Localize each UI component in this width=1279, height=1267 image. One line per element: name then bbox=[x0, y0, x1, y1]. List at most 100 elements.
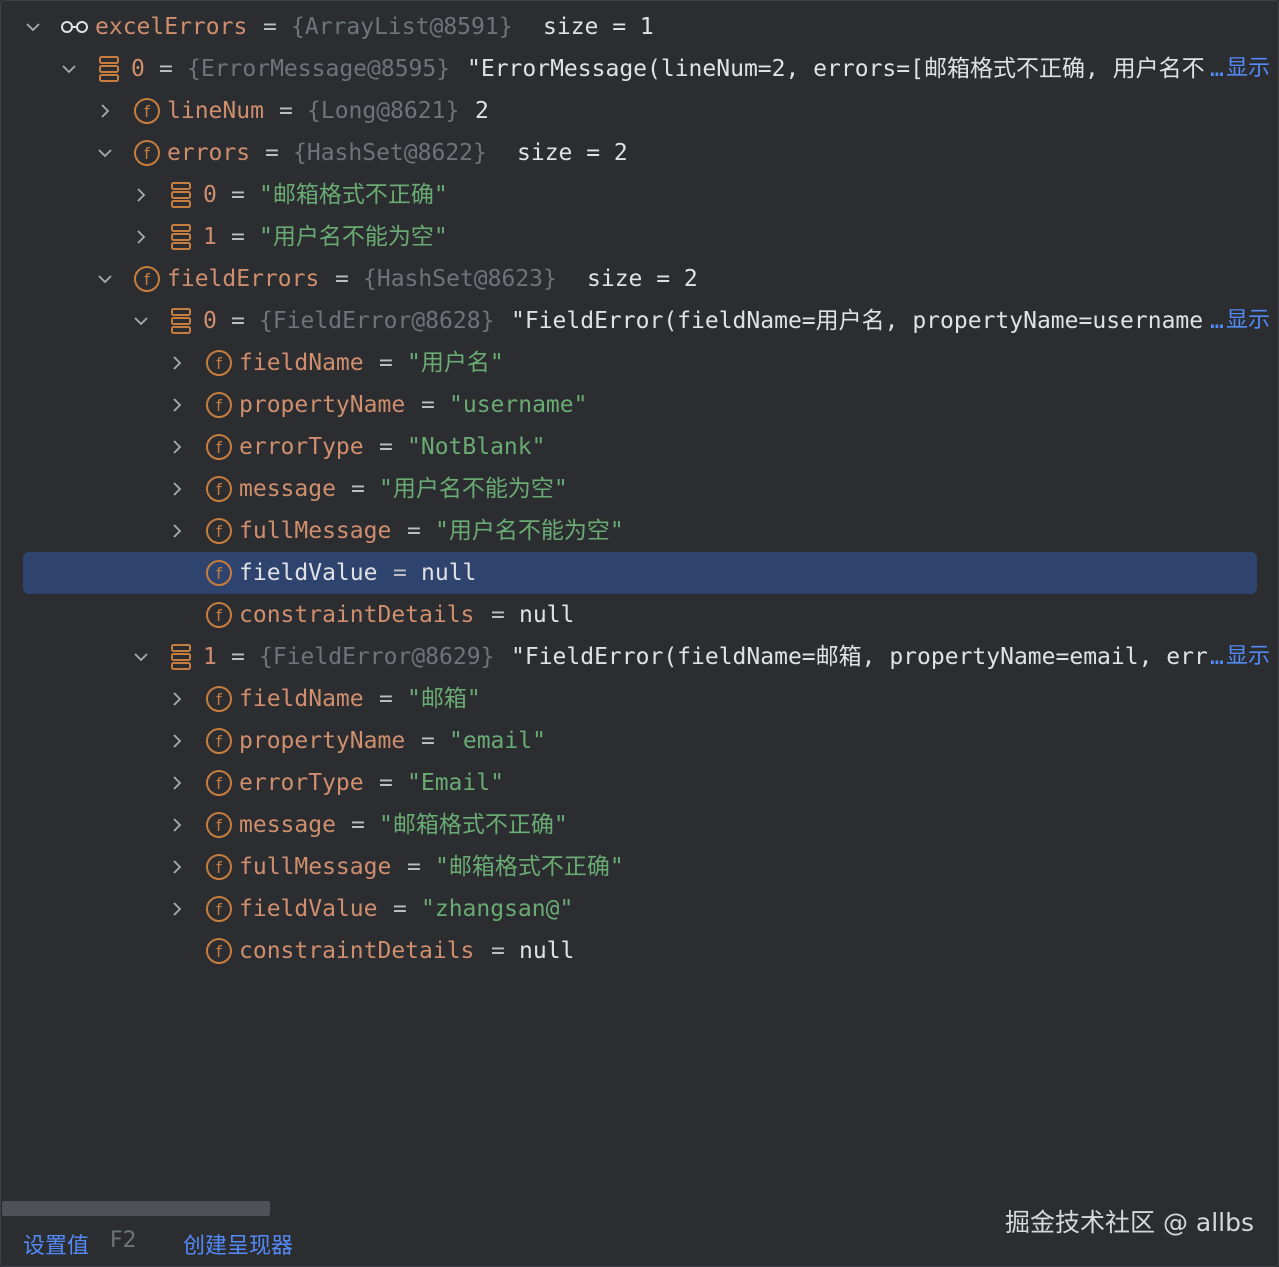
tree-row[interactable]: excelErrors = {ArrayList@8591} size = 1 bbox=[0, 6, 1279, 48]
create-renderer-link[interactable]: 创建呈现器 bbox=[183, 1228, 293, 1260]
tree-row[interactable]: f errorType = "NotBlank" bbox=[0, 426, 1279, 468]
field-icon: f bbox=[205, 475, 233, 503]
object-ref: {FieldError@8629} bbox=[259, 644, 495, 670]
field-name: lineNum bbox=[167, 98, 264, 124]
string-value: "邮箱" bbox=[407, 686, 481, 712]
equals-sign: = bbox=[421, 392, 435, 418]
chevron-down-icon[interactable] bbox=[98, 258, 112, 300]
equals-sign: = bbox=[279, 98, 293, 124]
svg-text:f: f bbox=[216, 732, 222, 751]
array-element-icon bbox=[169, 307, 197, 335]
field-value: 2 bbox=[475, 98, 489, 124]
tree-row[interactable]: f errors = {HashSet@8622} size = 2 bbox=[0, 132, 1279, 174]
svg-text:f: f bbox=[144, 102, 150, 121]
equals-sign: = bbox=[379, 350, 393, 376]
tree-row[interactable]: f message = "用户名不能为空" bbox=[0, 468, 1279, 510]
chevron-right-icon[interactable] bbox=[170, 468, 184, 510]
tree-row[interactable]: 1 = "用户名不能为空" bbox=[0, 216, 1279, 258]
chevron-right-icon[interactable] bbox=[170, 384, 184, 426]
chevron-right-icon[interactable] bbox=[134, 216, 148, 258]
svg-text:f: f bbox=[216, 396, 222, 415]
string-value: "Email" bbox=[407, 770, 504, 796]
size-label: size = 2 bbox=[517, 140, 628, 166]
string-value: "zhangsan@" bbox=[421, 896, 574, 922]
show-more-link[interactable]: 显示 bbox=[1226, 300, 1270, 342]
equals-sign: = bbox=[231, 182, 245, 208]
ellipsis: … bbox=[1210, 56, 1224, 82]
equals-sign: = bbox=[407, 518, 421, 544]
svg-text:f: f bbox=[216, 480, 222, 499]
tree-row[interactable]: f errorType = "Email" bbox=[0, 762, 1279, 804]
svg-text:f: f bbox=[216, 690, 222, 709]
string-value: "NotBlank" bbox=[407, 434, 546, 460]
show-more-link[interactable]: 显示 bbox=[1226, 636, 1270, 678]
chevron-right-icon[interactable] bbox=[170, 720, 184, 762]
equals-sign: = bbox=[231, 644, 245, 670]
set-value-shortcut: F2 bbox=[110, 1228, 137, 1253]
chevron-right-icon[interactable] bbox=[170, 846, 184, 888]
tree-row[interactable]: f fullMessage = "邮箱格式不正确" bbox=[0, 846, 1279, 888]
chevron-down-icon[interactable] bbox=[62, 48, 76, 90]
field-name: errorType bbox=[239, 770, 364, 796]
set-value-link[interactable]: 设置值 bbox=[23, 1228, 89, 1260]
chevron-right-icon[interactable] bbox=[170, 426, 184, 468]
tree-row[interactable]: f propertyName = "username" bbox=[0, 384, 1279, 426]
ellipsis: … bbox=[1210, 644, 1224, 670]
chevron-right-icon[interactable] bbox=[170, 804, 184, 846]
svg-text:f: f bbox=[216, 900, 222, 919]
field-icon: f bbox=[205, 937, 233, 965]
chevron-right-icon[interactable] bbox=[170, 510, 184, 552]
variable-name: excelErrors bbox=[95, 14, 248, 40]
element-index: 0 bbox=[203, 308, 217, 334]
string-value: "邮箱格式不正确" bbox=[259, 182, 448, 208]
svg-text:f: f bbox=[216, 564, 222, 583]
tree-row-selected[interactable]: f fieldValue = null bbox=[0, 552, 1279, 594]
chevron-down-icon[interactable] bbox=[134, 300, 148, 342]
object-ref: {FieldError@8628} bbox=[259, 308, 495, 334]
chevron-right-icon[interactable] bbox=[134, 174, 148, 216]
tree-row[interactable]: f fieldValue = "zhangsan@" bbox=[0, 888, 1279, 930]
tree-row[interactable]: f propertyName = "email" bbox=[0, 720, 1279, 762]
tree-row[interactable]: 0 = {ErrorMessage@8595} "ErrorMessage(li… bbox=[0, 48, 1279, 90]
chevron-right-icon[interactable] bbox=[170, 762, 184, 804]
tree-row[interactable]: 0 = "邮箱格式不正确" bbox=[0, 174, 1279, 216]
field-name: propertyName bbox=[239, 392, 406, 418]
equals-sign: = bbox=[393, 560, 407, 586]
object-ref: {HashSet@8623} bbox=[363, 266, 557, 292]
chevron-right-icon[interactable] bbox=[170, 678, 184, 720]
show-more-link[interactable]: 显示 bbox=[1226, 48, 1270, 90]
tree-row[interactable]: f lineNum = {Long@8621} 2 bbox=[0, 90, 1279, 132]
field-name: errors bbox=[167, 140, 251, 166]
tree-row[interactable]: f constraintDetails = null bbox=[0, 930, 1279, 972]
field-name: fieldValue bbox=[239, 560, 378, 586]
equals-sign: = bbox=[231, 308, 245, 334]
field-icon: f bbox=[205, 559, 233, 587]
string-value: "email" bbox=[449, 728, 546, 754]
field-value: null bbox=[519, 938, 575, 964]
chevron-down-icon[interactable] bbox=[134, 636, 148, 678]
svg-text:f: f bbox=[216, 522, 222, 541]
svg-text:f: f bbox=[144, 144, 150, 163]
tree-row[interactable]: f message = "邮箱格式不正确" bbox=[0, 804, 1279, 846]
chevron-right-icon[interactable] bbox=[170, 888, 184, 930]
chevron-down-icon[interactable] bbox=[26, 6, 40, 48]
array-element-icon bbox=[169, 181, 197, 209]
equals-sign: = bbox=[231, 224, 245, 250]
chevron-right-icon[interactable] bbox=[98, 90, 112, 132]
field-icon: f bbox=[205, 601, 233, 629]
field-icon: f bbox=[205, 391, 233, 419]
field-value: null bbox=[421, 560, 477, 586]
size-label: size = 1 bbox=[543, 14, 654, 40]
tree-row[interactable]: 0 = {FieldError@8628} "FieldError(fieldN… bbox=[0, 300, 1279, 342]
tree-row[interactable]: f fullMessage = "用户名不能为空" bbox=[0, 510, 1279, 552]
chevron-down-icon[interactable] bbox=[98, 132, 112, 174]
object-ref: {HashSet@8622} bbox=[293, 140, 487, 166]
tree-row[interactable]: f fieldName = "用户名" bbox=[0, 342, 1279, 384]
tree-row[interactable]: f fieldErrors = {HashSet@8623} size = 2 bbox=[0, 258, 1279, 300]
tree-row[interactable]: f fieldName = "邮箱" bbox=[0, 678, 1279, 720]
tree-row[interactable]: 1 = {FieldError@8629} "FieldError(fieldN… bbox=[0, 636, 1279, 678]
chevron-right-icon[interactable] bbox=[170, 342, 184, 384]
horizontal-scrollbar[interactable] bbox=[2, 1201, 270, 1216]
field-icon: f bbox=[133, 265, 161, 293]
tree-row[interactable]: f constraintDetails = null bbox=[0, 594, 1279, 636]
